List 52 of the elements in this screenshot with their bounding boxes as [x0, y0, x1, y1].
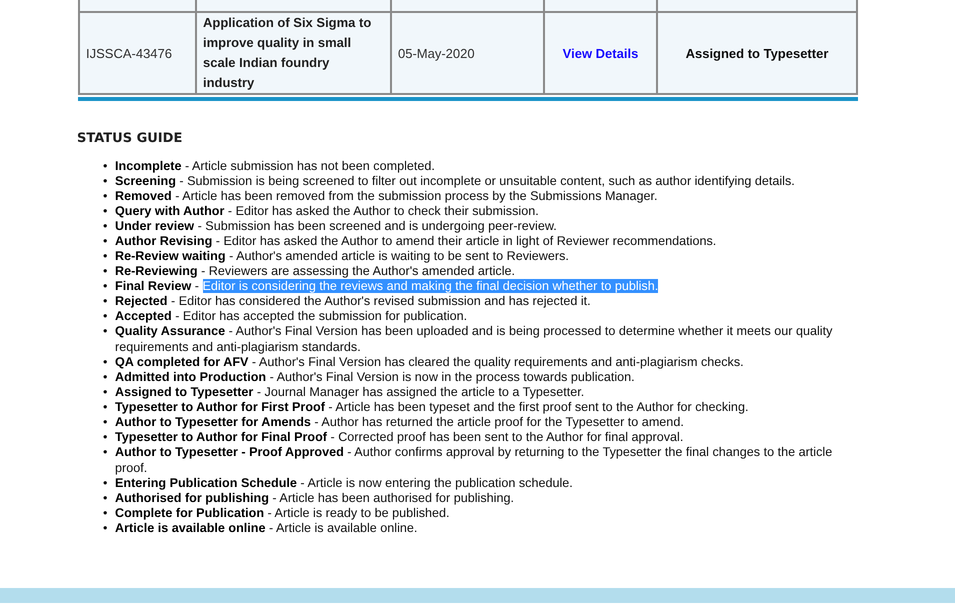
bullet-text: • — [103, 278, 108, 294]
bullet-text: • — [103, 233, 108, 249]
bullet-text: • — [103, 263, 108, 279]
status-description: Article is available online - Article is available online. — [115, 520, 418, 536]
view-details-link[interactable]: View Details — [562, 46, 638, 60]
status-description: Rejected - Editor has considered the Author's revised submission and has rejected it. — [115, 293, 591, 309]
status-description: Incomplete - Article submission has not been completed. — [115, 158, 435, 174]
bullet-text: • — [103, 354, 108, 370]
bullet-text: • — [103, 384, 108, 400]
status-description: Author to Typesetter - Proof Approved - Author confirms approval by returning to the Typesetter the final changes to the article proof. — [115, 444, 834, 476]
status-description: Authorised for publishing - Article has been authorised for publishing. — [115, 490, 514, 506]
bullet-text: • — [103, 218, 108, 234]
bullet-text: • — [103, 444, 108, 461]
status-description: Re-Review waiting - Author's amended article is waiting to be sent to Reviewers. — [115, 248, 569, 264]
bullet-text: • — [103, 399, 108, 415]
status-description: Final Review - Editor is considering the reviews and making the final decision whether to publish. — [115, 278, 658, 294]
status-description: Screening - Submission is being screened to filter out incomplete or unsuitable content, such as author identifying details. — [115, 173, 795, 189]
article-id: IJSSCA-43476 — [86, 46, 172, 60]
bullet-text: • — [103, 173, 108, 189]
submission-date: 05-May-2020 — [398, 46, 475, 60]
status-description: QA completed for AFV - Author's Final Version has cleared the quality requirements and anti-plagiarism checks. — [115, 354, 744, 370]
bullet-text: • — [103, 505, 108, 521]
status-description: Author to Typesetter for Amends - Author has returned the article proof for the Typesetter to amend. — [115, 414, 684, 430]
bullet-text: • — [103, 475, 108, 491]
status-description: Re-Reviewing - Reviewers are assessing the Author's amended article. — [115, 263, 516, 279]
bullet-text: • — [103, 369, 108, 385]
section-heading: STATUS GUIDE — [77, 131, 184, 146]
status-description: Complete for Publication - Article is ready to be published. — [115, 505, 450, 521]
bullet-text: • — [103, 308, 108, 324]
bullet-text: • — [103, 248, 108, 264]
status-description: Under review - Submission has been screened and is undergoing peer-review. — [115, 218, 557, 234]
bullet-text: • — [103, 323, 108, 340]
bullet-text: • — [103, 429, 108, 445]
bullet-text: • — [103, 158, 108, 174]
bullet-text: • — [103, 203, 108, 219]
article-status: Assigned to Typesetter — [686, 46, 828, 60]
bullet-text: • — [103, 414, 108, 430]
status-description: Removed - Article has been removed from the submission process by the Submissions Manager. — [115, 188, 658, 204]
status-description: Accepted - Editor has accepted the submission for publication. — [115, 308, 468, 324]
status-description: Entering Publication Schedule - Article is now entering the publication schedule. — [115, 475, 573, 491]
article-title: Application of Six Sigma to improve quality in small scale Indian foundry industry — [203, 14, 372, 92]
status-description: Typesetter to Author for Final Proof - Corrected proof has been sent to the Author for final approval. — [115, 429, 684, 445]
status-description: Assigned to Typesetter - Journal Manager has assigned the article to a Typesetter. — [115, 384, 584, 400]
status-description: Typesetter to Author for First Proof - Article has been typeset and the first proof sent to the Author for checking. — [115, 399, 748, 415]
bullet-text: • — [103, 490, 108, 506]
bullet-text: • — [103, 293, 108, 309]
status-description: Author Revising - Editor has asked the Author to amend their article in light of Reviewer recommendations. — [115, 233, 716, 249]
bullet-text: • — [103, 188, 108, 204]
status-description: Quality Assurance - Author's Final Version has been uploaded and is being processed to determine whether it meets our quality requirements and anti-plagiarism standards. — [115, 323, 834, 355]
status-description: Admitted into Production - Author's Final Version is now in the process towards publication. — [115, 369, 635, 385]
bullet-text: • — [103, 520, 108, 536]
status-description: Query with Author - Editor has asked the Author to check their submission. — [115, 203, 539, 219]
